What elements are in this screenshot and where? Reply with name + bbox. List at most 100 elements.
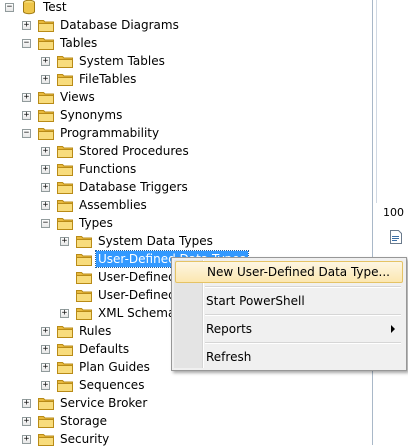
tree-node-plan-guides[interactable]: + Plan Guides [41, 358, 152, 376]
expand-toggle[interactable]: + [41, 182, 50, 192]
database-icon [23, 0, 35, 15]
document-icon[interactable] [389, 229, 403, 245]
folder-icon [38, 397, 54, 410]
folder-icon [57, 379, 73, 392]
tree-node-rules[interactable]: + Rules [41, 322, 113, 340]
folder-icon [76, 289, 92, 302]
tree-node-label: Database Diagrams [60, 18, 179, 32]
menu-item-refresh[interactable]: Refresh [175, 346, 403, 368]
collapse-toggle[interactable]: − [22, 38, 31, 48]
expand-toggle[interactable]: + [22, 110, 31, 120]
folder-icon [38, 415, 54, 428]
expand-toggle[interactable]: + [41, 344, 50, 354]
expand-toggle[interactable]: + [60, 236, 69, 246]
expand-toggle[interactable]: + [22, 398, 31, 408]
panel-divider [376, 0, 377, 203]
tree-node-label: Stored Procedures [79, 144, 189, 158]
expand-toggle[interactable]: + [41, 380, 50, 390]
tree-node-label: FileTables [79, 72, 137, 86]
expand-toggle[interactable]: + [41, 362, 50, 372]
tree-node-security[interactable]: + Security [22, 430, 111, 448]
tree-node-stored-procedures[interactable]: + Stored Procedures [41, 142, 191, 160]
tree-node-synonyms[interactable]: + Synonyms [22, 106, 124, 124]
tree-node-label: Functions [79, 162, 137, 176]
tree-node-functions[interactable]: + Functions [41, 160, 138, 178]
menu-item-label: Refresh [206, 350, 252, 364]
expand-toggle[interactable]: + [41, 74, 50, 84]
folder-icon [76, 235, 92, 248]
folder-icon [57, 163, 73, 176]
menu-item-label: Reports [206, 322, 253, 336]
tree-node-programmability[interactable]: − Programmability [22, 124, 161, 142]
expand-toggle[interactable]: + [41, 146, 50, 156]
folder-icon [38, 433, 54, 446]
expand-toggle[interactable]: + [22, 20, 31, 30]
expand-toggle[interactable]: + [22, 416, 31, 426]
tree-node-assemblies[interactable]: + Assemblies [41, 196, 149, 214]
menu-item-label: New User-Defined Data Type... [207, 265, 390, 279]
expand-toggle[interactable]: + [41, 56, 50, 66]
tree-node-system-tables[interactable]: + System Tables [41, 52, 167, 70]
folder-icon [76, 253, 92, 266]
zoom-level[interactable]: 100 % [383, 206, 408, 219]
expand-toggle[interactable]: + [41, 164, 50, 174]
folder-icon [57, 181, 73, 194]
tree-node-label: Views [60, 90, 95, 104]
expand-toggle[interactable]: + [41, 200, 50, 210]
expand-toggle[interactable]: + [41, 326, 50, 336]
tree-node-label: Database Triggers [79, 180, 188, 194]
collapse-toggle[interactable]: − [41, 218, 50, 228]
tree-node-label: Sequences [79, 378, 145, 392]
folder-icon [38, 37, 54, 50]
tree-node-system-data-types[interactable]: + System Data Types [60, 232, 215, 250]
tree-node-label: Plan Guides [79, 360, 150, 374]
expand-toggle[interactable]: + [22, 92, 31, 102]
tree-node-label: Storage [60, 414, 107, 428]
tree-node-database-triggers[interactable]: + Database Triggers [41, 178, 190, 196]
folder-icon [57, 73, 73, 86]
folder-icon [57, 55, 73, 68]
submenu-arrow-icon [391, 325, 395, 333]
folder-icon [57, 145, 73, 158]
folder-icon [38, 127, 54, 140]
tree-node-label: Tables [60, 36, 98, 50]
tree-node-sequences[interactable]: + Sequences [41, 376, 146, 394]
folder-icon [76, 307, 92, 320]
object-explorer-tree: − Test + Database Diagrams − Tables + Sy… [0, 0, 372, 448]
menu-item-start-powershell[interactable]: Start PowerShell [175, 290, 403, 312]
menu-item-new-user-defined-data-type[interactable]: New User-Defined Data Type... [175, 261, 403, 283]
folder-icon [38, 91, 54, 104]
folder-icon [57, 199, 73, 212]
folder-icon [38, 109, 54, 122]
tree-node-label: Types [79, 216, 113, 230]
tree-node-tables[interactable]: − Tables [22, 34, 99, 52]
tree-node-storage[interactable]: + Storage [22, 412, 109, 430]
tree-node-database-diagrams[interactable]: + Database Diagrams [22, 16, 181, 34]
tree-node-types[interactable]: − Types [41, 214, 115, 232]
folder-icon [57, 217, 73, 230]
expand-toggle[interactable]: + [22, 434, 31, 444]
tree-node-root[interactable]: − Test [5, 0, 69, 16]
tree-node-label: Assemblies [79, 198, 147, 212]
tree-node-label: Programmability [60, 126, 160, 140]
tree-node-views[interactable]: + Views [22, 88, 97, 106]
tree-node-label: Service Broker [60, 396, 148, 410]
menu-item-reports[interactable]: Reports [175, 318, 403, 340]
expand-toggle[interactable]: + [60, 308, 69, 318]
menu-item-label: Start PowerShell [206, 294, 305, 308]
menu-separator [205, 342, 401, 344]
tree-node-label: Rules [79, 324, 112, 338]
tree-node-label: Defaults [79, 342, 130, 356]
context-menu: New User-Defined Data Type... Start Powe… [171, 257, 407, 371]
menu-separator [205, 286, 401, 288]
tree-node-defaults[interactable]: + Defaults [41, 340, 131, 358]
collapse-toggle[interactable]: − [5, 2, 14, 12]
tree-node-label: System Data Types [98, 234, 213, 248]
folder-icon [76, 271, 92, 284]
folder-icon [57, 325, 73, 338]
folder-icon [38, 19, 54, 32]
collapse-toggle[interactable]: − [22, 128, 31, 138]
tree-node-label: System Tables [79, 54, 165, 68]
tree-node-filetables[interactable]: + FileTables [41, 70, 138, 88]
tree-node-service-broker[interactable]: + Service Broker [22, 394, 149, 412]
